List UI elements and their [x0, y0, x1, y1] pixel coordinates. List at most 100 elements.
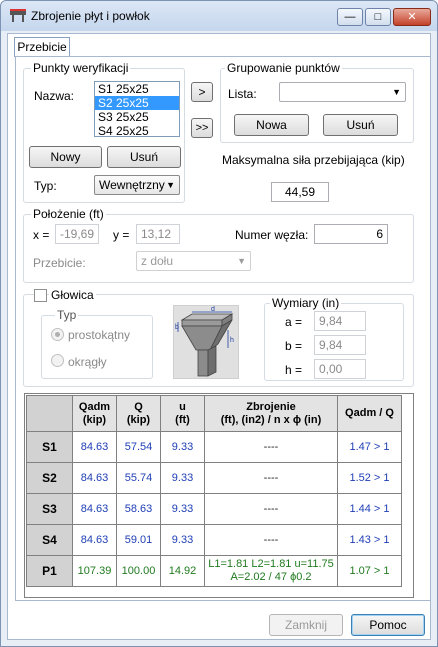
minimize-button[interactable]: — — [337, 8, 363, 26]
cell-q: 57.54 — [116, 431, 161, 463]
list-item[interactable]: S3 25x25 — [95, 110, 179, 124]
chevron-down-icon: ▼ — [237, 256, 246, 266]
cell-q: 58.63 — [116, 493, 161, 525]
a-label: a = — [285, 315, 303, 329]
add-all-to-group-button[interactable]: >> — [191, 118, 213, 138]
list-item-selected[interactable]: S2 25x25 — [95, 96, 179, 110]
h-field[interactable]: 0,00 — [314, 359, 366, 379]
punching-label: Przebicie: — [33, 256, 86, 270]
max-force-field[interactable]: 44,59 — [271, 182, 329, 202]
cell-reinforcement: ---- — [204, 431, 338, 463]
x-field[interactable]: -19,69 — [55, 224, 99, 244]
diagram-label-b: b — [175, 324, 179, 331]
cell-u: 14.92 — [160, 555, 205, 587]
cell-u: 9.33 — [160, 524, 205, 556]
head-type-group — [41, 315, 153, 379]
cell-reinforcement: ---- — [204, 462, 338, 494]
type-select-value: Wewnętrzny — [99, 178, 165, 192]
head-checkbox[interactable] — [34, 289, 47, 302]
verification-points-legend: Punkty weryfikacji — [31, 61, 131, 75]
close-icon: ✕ — [407, 11, 417, 23]
diagram-label-d: d — [211, 306, 215, 313]
app-icon — [10, 9, 26, 22]
cell-u: 9.33 — [160, 462, 205, 494]
title-bar[interactable]: Zbrojenie płyt i powłok — □ ✕ — [1, 1, 437, 31]
close-window-button[interactable]: ✕ — [393, 8, 431, 26]
cell-q: 55.74 — [116, 462, 161, 494]
column-head-shape: d b h — [175, 306, 234, 377]
list-item[interactable]: S1 25x25 — [95, 82, 179, 96]
rectangular-radio-label: prostokątny — [68, 328, 131, 342]
delete-group-button[interactable]: Usuń — [323, 114, 398, 136]
round-radio-label: okrągły — [68, 355, 107, 369]
y-field[interactable]: 13,12 — [136, 224, 180, 244]
diagram-label-h: h — [230, 337, 234, 344]
cell-q: 59.01 — [116, 524, 161, 556]
restore-button[interactable]: □ — [365, 8, 391, 26]
h-label: h = — [285, 363, 303, 377]
head-type-legend: Typ — [55, 308, 79, 322]
table-row[interactable]: P1 107.39 100.00 14.92 L1=1.81 L2=1.81 u… — [26, 555, 402, 587]
table-row[interactable]: S2 84.63 55.74 9.33 ---- 1.52 > 1 — [26, 462, 402, 494]
group-list-select[interactable]: ▼ — [279, 82, 406, 102]
row-name: S4 — [26, 524, 73, 556]
cell-ratio: 1.44 > 1 — [337, 493, 402, 525]
header-q: Q (kip) — [116, 395, 161, 432]
table-corner — [26, 395, 73, 432]
tab-punching[interactable]: Przebicie — [14, 37, 70, 57]
type-select[interactable]: Wewnętrzny ▼ — [94, 175, 180, 195]
position-legend: Położenie (ft) — [31, 207, 106, 221]
new-group-button[interactable]: Nowa — [234, 114, 309, 136]
dimensions-legend: Wymiary (in) — [270, 296, 342, 310]
cell-ratio: 1.47 > 1 — [337, 431, 402, 463]
header-qadm: Qadm (kip) — [72, 395, 117, 432]
row-name: S3 — [26, 493, 73, 525]
table-row[interactable]: S1 84.63 57.54 9.33 ---- 1.47 > 1 — [26, 431, 402, 463]
punching-select[interactable]: z dołu ▼ — [136, 251, 251, 271]
cell-qadm: 84.63 — [72, 493, 117, 525]
list-label: Lista: — [228, 87, 257, 101]
table-row[interactable]: S4 84.63 59.01 9.33 ---- 1.43 > 1 — [26, 524, 402, 556]
row-name: P1 — [26, 555, 73, 587]
punching-select-value: z dołu — [141, 254, 174, 268]
x-label: x = — [33, 228, 50, 242]
header-ratio: Qadm / Q — [337, 395, 402, 432]
row-name: S1 — [26, 431, 73, 463]
restore-icon: □ — [374, 11, 382, 23]
list-item[interactable]: S4 25x25 — [95, 124, 179, 138]
node-number-field[interactable]: 6 — [314, 224, 388, 244]
add-to-group-button[interactable]: > — [191, 82, 213, 102]
chevron-down-icon: ▼ — [166, 180, 175, 190]
verification-points-list[interactable]: S1 25x25 S2 25x25 S3 25x25 S4 25x25 — [94, 81, 180, 138]
a-field[interactable]: 9,84 — [314, 311, 366, 331]
y-label: y = — [113, 228, 130, 242]
cell-ratio: 1.07 > 1 — [337, 555, 402, 587]
results-table[interactable]: Qadm (kip) Q (kip) u (ft) Zbrojenie (ft), (i… — [24, 393, 414, 598]
name-label: Nazwa: — [34, 89, 75, 103]
b-label: b = — [285, 339, 303, 353]
round-radio[interactable] — [51, 354, 64, 367]
table-row[interactable]: S3 84.63 58.63 9.33 ---- 1.44 > 1 — [26, 493, 402, 525]
results-grid: Qadm (kip) Q (kip) u (ft) Zbrojenie (ft), (i… — [26, 395, 402, 587]
point-grouping-legend: Grupowanie punktów — [225, 61, 342, 75]
cell-qadm: 107.39 — [72, 555, 117, 587]
window-title: Zbrojenie płyt i powłok — [31, 9, 150, 23]
cell-qadm: 84.63 — [72, 462, 117, 494]
b-field[interactable]: 9,84 — [314, 335, 366, 355]
close-button[interactable]: Zamknij — [269, 614, 343, 636]
header-reinforcement: Zbrojenie (ft), (in2) / n x ϕ (in) — [204, 395, 338, 432]
minimize-icon: — — [344, 11, 356, 23]
cell-reinforcement: ---- — [204, 524, 338, 556]
delete-point-button[interactable]: Usuń — [107, 146, 181, 168]
row-name: S2 — [26, 462, 73, 494]
cell-q: 100.00 — [116, 555, 161, 587]
cell-u: 9.33 — [160, 431, 205, 463]
rectangular-radio[interactable] — [51, 328, 64, 341]
cell-u: 9.33 — [160, 493, 205, 525]
header-u: u (ft) — [160, 395, 205, 432]
new-point-button[interactable]: Nowy — [29, 146, 102, 168]
node-number-label: Numer węzła: — [235, 228, 309, 242]
cell-reinforcement: ---- — [204, 493, 338, 525]
help-button[interactable]: Pomoc — [351, 614, 425, 636]
chevron-down-icon: ▼ — [392, 87, 401, 97]
